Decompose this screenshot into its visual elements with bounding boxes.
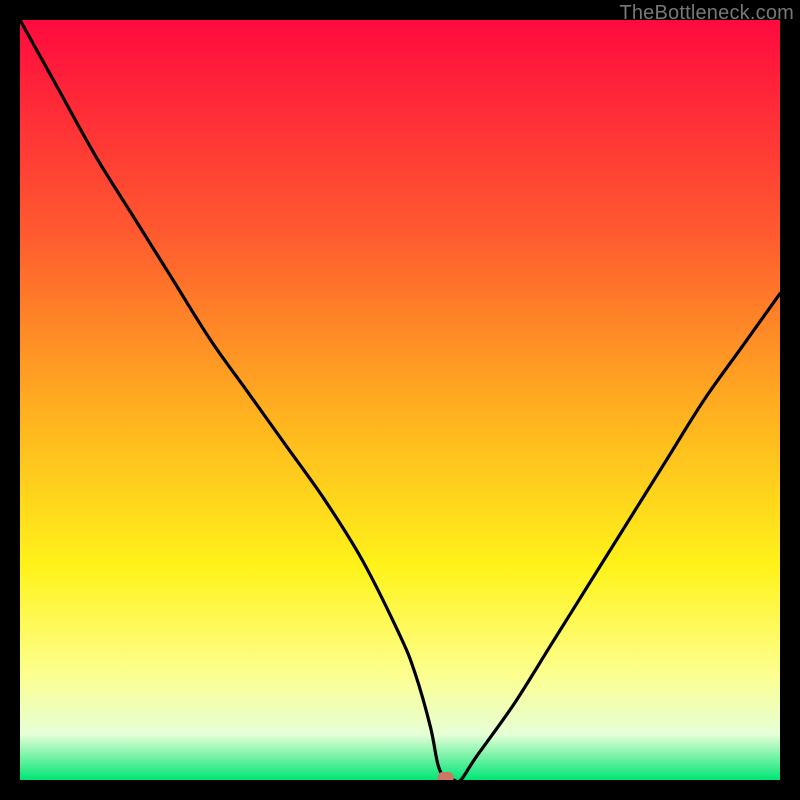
chart-container: TheBottleneck.com — [0, 0, 800, 800]
optimal-point-marker — [438, 772, 454, 780]
chart-background — [20, 20, 780, 780]
bottleneck-chart — [20, 20, 780, 780]
